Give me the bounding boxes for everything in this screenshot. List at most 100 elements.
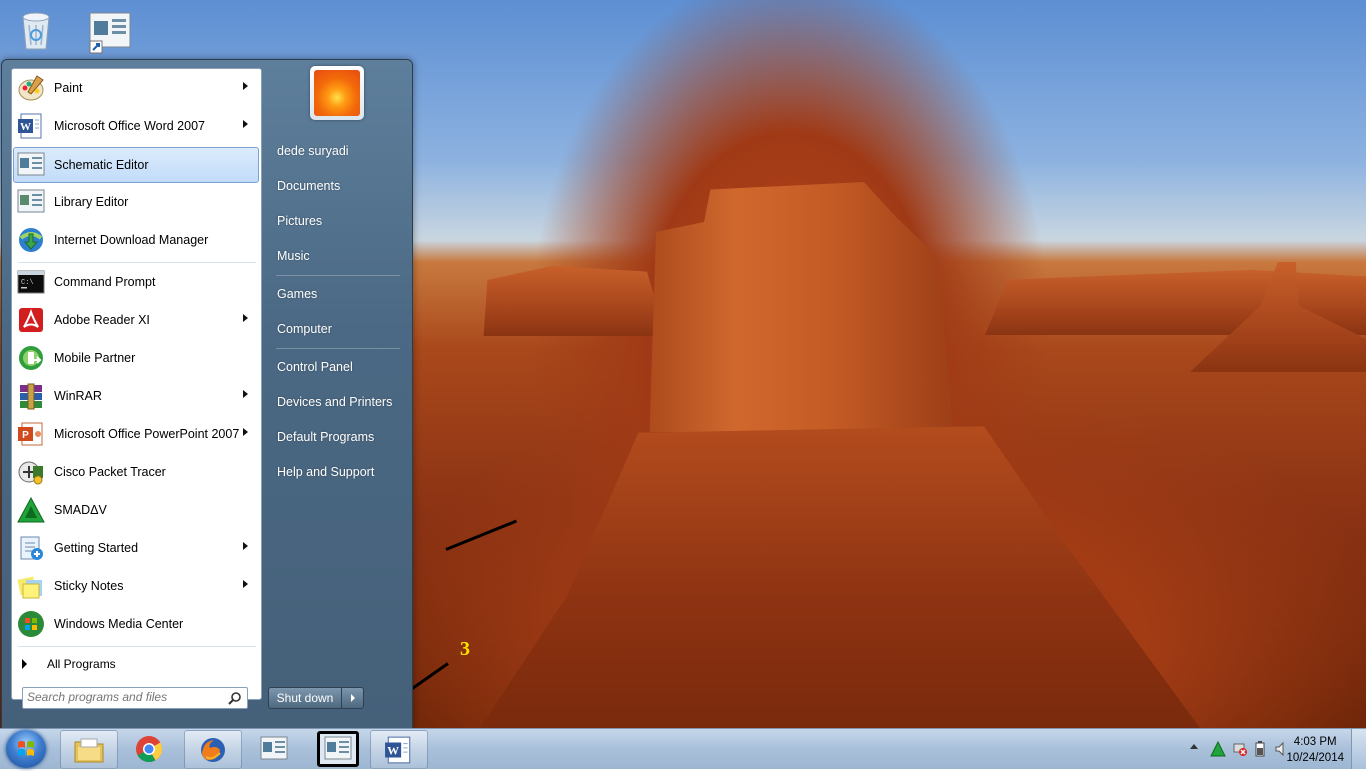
program-item-winrar[interactable]: WinRAR	[14, 379, 258, 413]
program-label: Sticky Notes	[54, 579, 124, 593]
annotation-stroke-2	[445, 519, 518, 551]
show-hidden-icons-icon[interactable]	[1190, 744, 1198, 749]
schematic-editor-shortcut-icon[interactable]	[88, 10, 132, 56]
chevron-right-icon	[350, 694, 355, 702]
program-label: Internet Download Manager	[54, 233, 209, 247]
program-item-library-editor[interactable]: Library Editor	[14, 185, 258, 219]
program-item-powerpoint[interactable]: P Microsoft Office PowerPoint 2007	[14, 417, 258, 451]
svg-text:P: P	[22, 430, 29, 441]
link-music[interactable]: Music	[277, 249, 310, 263]
link-pictures[interactable]: Pictures	[277, 214, 322, 228]
link-computer[interactable]: Computer	[277, 322, 332, 336]
program-list-divider	[18, 262, 256, 263]
program-item-idm[interactable]: Internet Download Manager	[14, 223, 258, 257]
svg-text:W: W	[20, 121, 31, 133]
start-button[interactable]	[6, 730, 46, 768]
link-user-folder[interactable]: dede suryadi	[277, 144, 349, 158]
submenu-arrow-icon[interactable]	[243, 542, 248, 550]
paint-icon	[16, 73, 46, 103]
program-item-adobe-reader[interactable]: Adobe Reader XI	[14, 303, 258, 337]
user-avatar[interactable]	[310, 66, 364, 120]
all-programs-label: All Programs	[47, 657, 116, 671]
schematic-editor-icon	[260, 736, 288, 759]
right-pane-divider	[276, 275, 400, 276]
program-item-paint[interactable]: Paint	[14, 71, 258, 105]
program-label: Command Prompt	[54, 275, 156, 289]
flower-picture-icon	[314, 70, 360, 116]
svg-text:C:\: C:\	[21, 279, 34, 287]
distant-mesa-left	[483, 266, 666, 336]
search-box[interactable]	[22, 687, 248, 709]
network-icon[interactable]	[1232, 741, 1248, 757]
search-icon[interactable]	[228, 691, 242, 705]
shutdown-options-button[interactable]	[342, 688, 363, 708]
start-menu-programs-pane: Paint W Microsoft Office Word 2007 Schem…	[11, 68, 262, 709]
clock[interactable]: 4:03 PM 10/24/2014	[1286, 734, 1344, 766]
program-label: WinRAR	[54, 389, 102, 403]
firefox-icon	[201, 737, 225, 762]
program-item-getting-started[interactable]: Getting Started	[14, 531, 258, 565]
chrome-icon	[136, 735, 163, 762]
all-programs-button[interactable]: All Programs	[14, 651, 258, 677]
search-input[interactable]	[27, 689, 217, 705]
program-item-smadav[interactable]: SMADΔV	[14, 493, 258, 527]
submenu-arrow-icon[interactable]	[243, 120, 248, 128]
library-editor-icon	[16, 187, 46, 217]
start-menu: Paint W Microsoft Office Word 2007 Schem…	[1, 59, 413, 730]
program-item-sticky-notes[interactable]: Sticky Notes	[14, 569, 258, 603]
taskbar-schematic-editor-button[interactable]	[246, 730, 302, 767]
annotation-mark-3: 3	[460, 638, 470, 660]
windows-logo-icon	[18, 741, 34, 756]
expand-arrow-icon	[22, 659, 27, 669]
taskbar-explorer-button[interactable]	[60, 730, 118, 769]
program-item-command-prompt[interactable]: C:\ Command Prompt	[14, 265, 258, 299]
all-programs-divider	[18, 646, 256, 647]
word-icon: W	[385, 736, 411, 763]
program-item-mobile-partner[interactable]: Mobile Partner	[14, 341, 258, 375]
link-documents[interactable]: Documents	[277, 179, 340, 193]
link-default-programs[interactable]: Default Programs	[277, 430, 374, 444]
butte-slope	[480, 426, 1200, 728]
shutdown-control[interactable]: Shut down	[268, 687, 364, 709]
program-item-media-center[interactable]: Windows Media Center	[14, 607, 258, 641]
system-tray: 4:03 PM 10/24/2014	[1156, 729, 1366, 769]
taskbar-chrome-button[interactable]	[121, 730, 177, 767]
battery-icon[interactable]	[1254, 741, 1266, 757]
idm-icon	[16, 225, 46, 255]
submenu-arrow-icon[interactable]	[243, 580, 248, 588]
taskbar-word-button[interactable]: W	[370, 730, 428, 769]
submenu-arrow-icon[interactable]	[243, 390, 248, 398]
taskbar: W 4:03 PM 10/24/2014	[0, 728, 1366, 769]
program-label: Microsoft Office PowerPoint 2007	[54, 427, 240, 441]
word-icon: W	[16, 111, 46, 141]
schematic-editor-icon	[16, 150, 46, 180]
program-label: Microsoft Office Word 2007	[54, 119, 205, 133]
program-item-word[interactable]: W Microsoft Office Word 2007	[14, 109, 258, 143]
shutdown-button[interactable]: Shut down	[269, 688, 342, 708]
link-control-panel[interactable]: Control Panel	[277, 360, 353, 374]
program-label: Adobe Reader XI	[54, 313, 150, 327]
program-label: SMADΔV	[54, 503, 107, 517]
link-devices-and-printers[interactable]: Devices and Printers	[277, 395, 392, 409]
smadav-tray-icon[interactable]	[1210, 741, 1226, 757]
media-center-icon	[16, 609, 46, 639]
submenu-arrow-icon[interactable]	[243, 314, 248, 322]
program-label: Mobile Partner	[54, 351, 136, 365]
start-menu-right-pane: dede suryadi Documents Pictures Music Ga…	[268, 60, 408, 729]
link-help-and-support[interactable]: Help and Support	[277, 465, 374, 479]
cmd-icon: C:\	[16, 267, 46, 297]
svg-text:W: W	[387, 744, 399, 757]
program-item-schematic-editor[interactable]: Schematic Editor	[13, 147, 259, 183]
taskbar-library-editor-button[interactable]	[317, 731, 359, 767]
clock-date: 10/24/2014	[1286, 752, 1344, 764]
program-label: Schematic Editor	[54, 158, 149, 172]
clock-time: 4:03 PM	[1293, 736, 1337, 748]
taskbar-firefox-button[interactable]	[184, 730, 242, 769]
getting-started-icon	[16, 533, 46, 563]
link-games[interactable]: Games	[277, 287, 317, 301]
submenu-arrow-icon[interactable]	[243, 82, 248, 90]
program-item-packet-tracer[interactable]: Cisco Packet Tracer	[14, 455, 258, 489]
recycle-bin-icon[interactable]	[14, 6, 58, 52]
show-desktop-button[interactable]	[1351, 729, 1366, 769]
submenu-arrow-icon[interactable]	[243, 428, 248, 436]
